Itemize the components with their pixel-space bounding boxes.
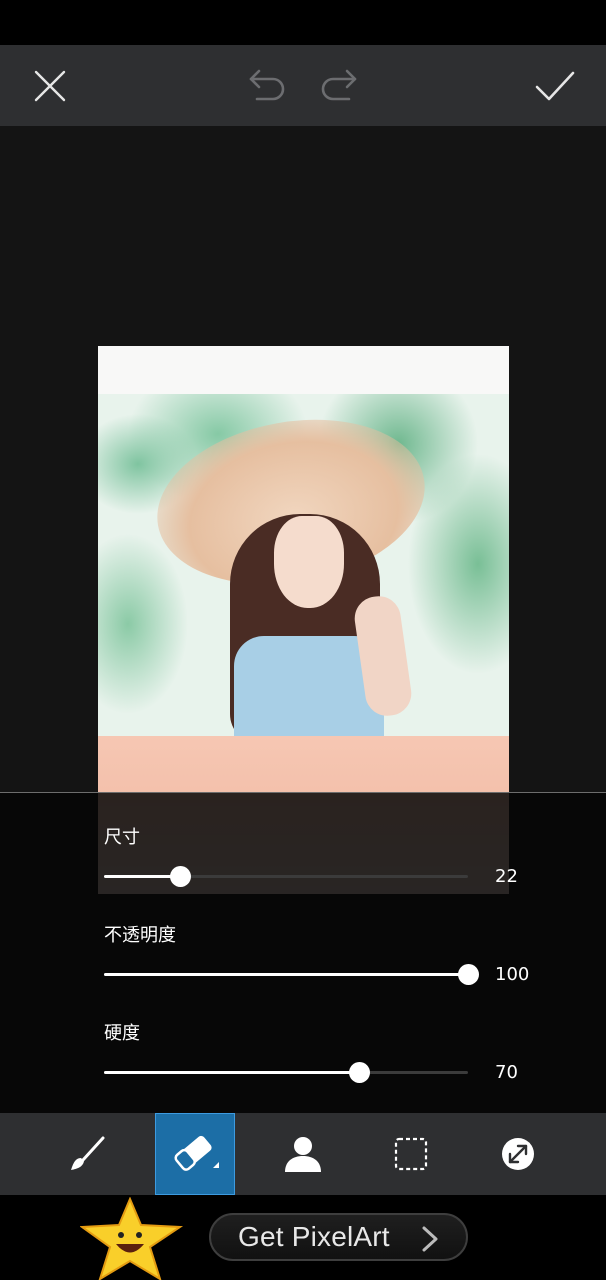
checkmark-icon [535, 71, 575, 101]
hardness-value: 70 [495, 1062, 518, 1083]
opacity-slider-thumb[interactable] [458, 964, 479, 985]
opacity-label: 不透明度 [104, 925, 176, 946]
brush-tool-button[interactable] [47, 1113, 127, 1195]
hardness-slider[interactable] [104, 1062, 468, 1083]
hardness-slider-fill [104, 1071, 359, 1074]
apply-button[interactable] [532, 63, 578, 109]
close-icon [34, 70, 66, 102]
photo-white-strip [98, 346, 509, 394]
status-bar [0, 0, 606, 45]
size-value: 22 [495, 866, 518, 887]
photo-face [274, 516, 344, 608]
size-label: 尺寸 [104, 827, 140, 848]
chevron-right-icon [422, 1226, 438, 1252]
hardness-slider-thumb[interactable] [348, 1062, 370, 1083]
brush-settings-panel: 尺寸 22 不透明度 100 硬度 70 [0, 792, 606, 1113]
tool-bar [0, 1113, 606, 1195]
size-slider-thumb[interactable] [170, 866, 192, 887]
close-button[interactable] [27, 63, 73, 109]
hardness-label: 硬度 [104, 1023, 140, 1044]
opacity-value: 100 [495, 964, 530, 985]
size-slider-fill [104, 875, 181, 878]
size-slider[interactable] [104, 866, 468, 887]
redo-icon [321, 69, 357, 101]
selection-icon [394, 1137, 428, 1171]
selection-tool-button[interactable] [371, 1113, 451, 1195]
undo-icon [249, 69, 285, 101]
redo-button[interactable] [317, 63, 363, 109]
brush-icon [71, 1136, 105, 1170]
opacity-slider[interactable] [104, 964, 479, 985]
eraser-tool-button[interactable] [155, 1113, 235, 1195]
person-tool-button[interactable] [263, 1113, 343, 1195]
smiling-star-icon [80, 1197, 184, 1280]
opacity-slider-fill [104, 973, 468, 976]
person-icon [285, 1137, 321, 1172]
eraser-icon [174, 1135, 219, 1171]
top-bar [0, 45, 606, 126]
invert-icon [502, 1138, 534, 1170]
invert-tool-button[interactable] [478, 1113, 558, 1195]
undo-button[interactable] [243, 63, 289, 109]
get-pixelart-label: Get PixelArt [238, 1221, 390, 1252]
get-pixelart-button[interactable]: Get PixelArt [209, 1213, 468, 1261]
